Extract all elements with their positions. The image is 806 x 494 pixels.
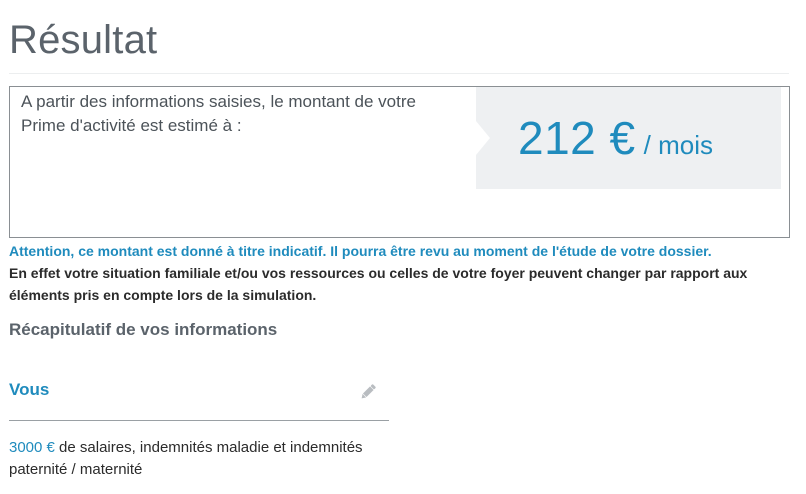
result-page: Résultat A partir des informations saisi…	[0, 0, 806, 494]
pencil-icon[interactable]	[358, 382, 378, 402]
salary-description: de salaires, indemnités maladie et indem…	[9, 439, 363, 478]
page-title: Résultat	[9, 18, 158, 62]
amount-panel-notch	[476, 121, 490, 155]
amount-value: 212 €	[518, 112, 636, 164]
amount-unit: / mois	[643, 130, 713, 160]
result-box: A partir des informations saisies, le mo…	[9, 86, 790, 238]
title-divider	[9, 73, 789, 74]
indicative-warning: Attention, ce montant est donné à titre …	[9, 243, 712, 259]
salary-amount: 3000 €	[9, 439, 55, 456]
estimated-amount: 212 € / mois	[518, 111, 713, 165]
result-description: A partir des informations saisies, le mo…	[21, 92, 416, 135]
section-divider	[9, 420, 389, 421]
salary-summary: 3000 € de salaires, indemnités maladie e…	[9, 437, 389, 481]
section-vous-label: Vous	[9, 380, 50, 399]
recap-title: Récapitulatif de vos informations	[9, 320, 278, 339]
situation-explanation: En effet votre situation familiale et/ou…	[9, 265, 748, 303]
